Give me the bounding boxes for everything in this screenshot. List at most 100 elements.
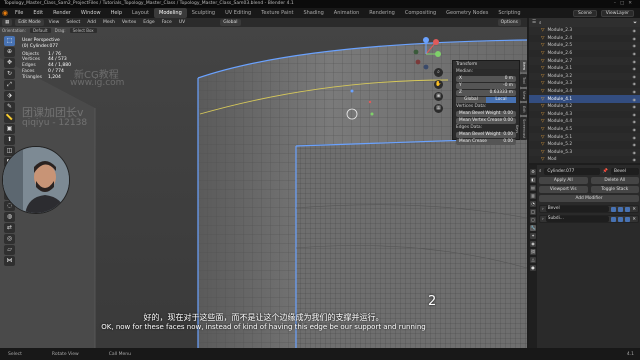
options-button[interactable]: Options [497,19,521,26]
extrude-icon[interactable]: ⬆ [4,135,15,145]
median-x-field[interactable]: X0 m [456,76,516,82]
tab-layout[interactable]: Layout [127,8,154,18]
bevel-tag[interactable]: Bevel [611,168,639,175]
move-icon[interactable]: ✥ [4,58,15,68]
material-tab-icon[interactable]: ● [530,265,536,271]
tab-modeling[interactable]: Modeling [154,8,187,18]
tool-tab-icon[interactable]: ⚙ [530,169,536,175]
window-controls[interactable]: –□✕ [614,0,636,8]
filter-icon[interactable]: ⏷ [633,20,637,26]
transform-icon[interactable]: ⬗ [4,91,15,101]
median-y-field[interactable]: Y -0 m [456,83,516,89]
object-tab-icon[interactable]: ▢ [530,217,536,223]
tab-compositing[interactable]: Compositing [400,8,441,18]
edge-bevel-weight-field[interactable]: Mean Bevel Weight 0.00 [456,132,516,138]
perspective-grid-icon[interactable]: ▦ [434,104,443,113]
view-layer-tab-icon[interactable]: ▥ [530,193,536,199]
visibility-eye-icon[interactable]: ◉ [633,81,637,86]
view-layer-selector[interactable]: ViewLayer [600,9,634,17]
shear-icon[interactable]: ▱ [4,245,15,255]
render-tab-icon[interactable]: ◧ [530,177,536,183]
transform-orientation[interactable]: Global [220,19,241,26]
space-toggle[interactable]: Global Local [456,97,516,103]
camera-icon[interactable]: ▣ [434,92,443,101]
modifier-name[interactable]: Bevel [545,206,610,212]
editor-type-button[interactable]: ▦ [2,19,13,26]
menu-window[interactable]: Window [76,8,106,18]
edit-mode-icon[interactable] [611,206,617,212]
menu-help[interactable]: Help [106,8,127,18]
viewport-vis-button[interactable]: Viewport Vis [539,186,588,193]
tab-rendering[interactable]: Rendering [364,8,400,18]
visibility-eye-icon[interactable]: ◉ [633,89,637,94]
orientation-dropdown[interactable]: Default [28,27,52,34]
outliner-item[interactable]: ▽ Module_3.1 ◉ [529,65,640,73]
visibility-eye-icon[interactable]: ◉ [633,97,637,102]
annotate-icon[interactable]: ✎ [4,102,15,112]
toggle-stack-button[interactable]: Toggle Stack [590,186,639,193]
median-z-field[interactable]: Z 0.63333 m [456,90,516,96]
close-icon[interactable]: ✕ [632,207,636,212]
menu-edge[interactable]: Edge [141,20,156,25]
visibility-eye-icon[interactable]: ◉ [633,142,637,147]
delete-all-button[interactable]: Delete All [590,177,639,184]
measure-icon[interactable]: 📏 [4,113,15,123]
visibility-eye-icon[interactable]: ◉ [633,28,637,33]
menu-file[interactable]: File [10,8,28,18]
output-tab-icon[interactable]: ▤ [530,185,536,191]
search-icon[interactable]: ⌕ [539,20,542,26]
outliner-item[interactable]: ▽ Module_2.5 ◉ [529,42,640,50]
outliner-item[interactable]: ▽ Module_4.1 ◉ [529,95,640,103]
outliner-item[interactable]: ▽ Module_4.3 ◉ [529,111,640,119]
visibility-eye-icon[interactable]: ◉ [633,135,637,140]
visibility-eye-icon[interactable]: ◉ [633,66,637,71]
outliner-editor-icon[interactable]: ☰ [532,20,536,25]
visibility-eye-icon[interactable]: ◉ [633,119,637,124]
menu-render[interactable]: Render [48,8,76,18]
visibility-eye-icon[interactable]: ◉ [633,127,637,132]
outliner-item[interactable]: ▽ Module_5.1 ◉ [529,133,640,141]
modifier-bevel[interactable]: › Bevel ✕ [539,205,639,213]
add-modifier-button[interactable]: Add Modifier [539,195,639,202]
visibility-eye-icon[interactable]: ◉ [633,36,637,41]
particles-tab-icon[interactable]: ✦ [530,233,536,239]
select-box-icon[interactable]: ⬚ [4,36,15,46]
visibility-eye-icon[interactable]: ◉ [633,43,637,48]
transform-header[interactable]: Transform [453,61,519,69]
local-toggle[interactable]: Local [486,97,516,103]
tab-sculpting[interactable]: Sculpting [187,8,220,18]
menu-mesh[interactable]: Mesh [101,20,117,25]
shrink-icon[interactable]: ◎ [4,234,15,244]
tab-animation[interactable]: Animation [329,8,365,18]
edge-slide-icon[interactable]: ⇄ [4,223,15,233]
constraints-tab-icon[interactable]: ⛓ [530,249,536,255]
outliner-item[interactable]: ▽ Module_3.2 ◉ [529,72,640,81]
visibility-eye-icon[interactable]: ◉ [633,112,637,117]
close-icon[interactable]: ✕ [632,217,636,222]
outliner-item[interactable]: ▽ Module_5.2 ◉ [529,141,640,149]
menu-view[interactable]: View [47,20,62,25]
outliner-item[interactable]: ▽ Module_5.3 ◉ [529,148,640,157]
menu-select[interactable]: Select [64,20,82,25]
menu-uv[interactable]: UV [177,20,187,25]
pan-hand-icon[interactable]: ✋ [434,80,443,89]
add-cube-icon[interactable]: ▣ [4,124,15,134]
zoom-icon[interactable]: ⌕ [434,68,443,77]
tab-view[interactable]: View [520,88,527,101]
tab-texture-paint[interactable]: Texture Paint [256,8,298,18]
smooth-icon[interactable]: ◍ [4,212,15,222]
expand-chevron-icon[interactable]: › [542,217,544,222]
tab-uv-editing[interactable]: UV Editing [220,8,256,18]
modifier-name[interactable]: Subdi... [545,216,610,222]
render-icon[interactable] [625,216,631,222]
vertex-crease-field[interactable]: Mean Vertex Crease 0.00 [456,118,516,124]
rotate-icon[interactable]: ↻ [4,69,15,79]
outliner-item[interactable]: ▽ Module_4.2 ◉ [529,102,640,111]
scene-selector[interactable]: Scene [573,9,597,17]
physics-tab-icon[interactable]: ◉ [530,241,536,247]
cursor-icon[interactable]: ⊕ [4,47,15,57]
visibility-eye-icon[interactable]: ◉ [633,59,637,64]
outliner-item[interactable]: ▽ Module_2.4 ◉ [529,35,640,43]
menu-add[interactable]: Add [85,20,98,25]
viewport-icon[interactable] [618,206,624,212]
